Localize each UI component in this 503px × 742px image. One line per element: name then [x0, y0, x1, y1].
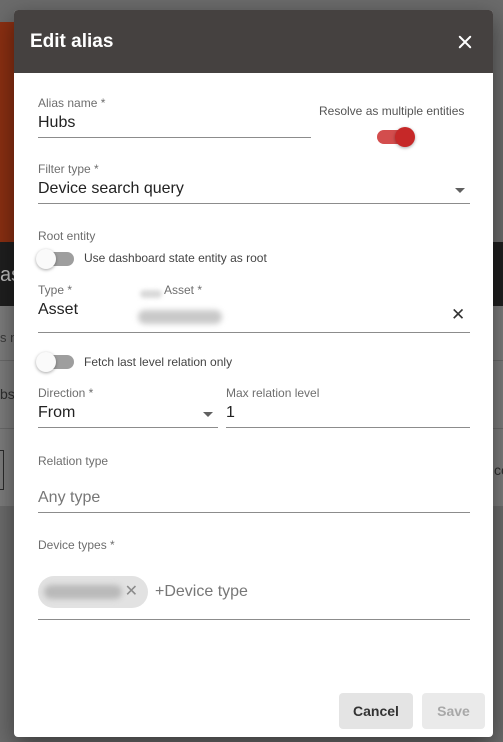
chevron-down-icon	[203, 412, 213, 417]
clear-icon[interactable]: ✕	[451, 305, 465, 325]
alias-name-field[interactable]: Alias name * Hubs	[38, 96, 311, 138]
filter-type-label: Filter type *	[38, 162, 99, 176]
relation-type-underline	[38, 512, 470, 513]
close-icon	[458, 35, 472, 49]
root-entity-toggle-label: Use dashboard state entity as root	[84, 251, 267, 265]
relation-type-input[interactable]: Any type	[38, 489, 470, 507]
relation-type-field[interactable]: Relation type Any type	[38, 454, 470, 513]
device-type-input[interactable]: +Device type	[155, 583, 248, 601]
device-types-section: Device types *	[38, 538, 115, 552]
toggle-thumb	[36, 352, 56, 372]
dialog-header: Edit alias	[14, 10, 493, 73]
max-relation-level-field[interactable]: Max relation level 1	[226, 386, 470, 428]
asset-obscured-value	[138, 310, 222, 324]
alias-name-label: Alias name *	[38, 96, 106, 110]
entity-type-value: Asset	[38, 301, 79, 318]
background-text-2: bs	[0, 386, 15, 402]
relation-type-label: Relation type	[38, 454, 109, 468]
close-button[interactable]	[451, 28, 479, 56]
chevron-down-icon	[455, 188, 465, 193]
filter-type-underline	[38, 203, 470, 204]
toggle-thumb	[36, 249, 56, 269]
direction-underline	[38, 427, 218, 428]
toggle-thumb	[395, 127, 415, 147]
resolve-multiple-label: Resolve as multiple entities	[319, 104, 465, 118]
entity-type-select[interactable]: Type * Asset	[38, 283, 138, 319]
device-type-chip[interactable]: ✕	[38, 576, 148, 608]
direction-value: From	[38, 404, 76, 421]
root-entity-toggle[interactable]	[36, 249, 76, 269]
resolve-multiple-toggle[interactable]	[377, 127, 415, 147]
asset-obscured-label	[140, 290, 162, 298]
chip-obscured-text	[44, 585, 122, 599]
edit-alias-dialog: Edit alias Alias name * Hubs Resolve as …	[14, 10, 493, 737]
background-text-3: ce	[494, 462, 503, 478]
resolve-multiple-field: Resolve as multiple entities	[319, 104, 479, 118]
device-types-underline	[38, 619, 470, 620]
alias-name-input[interactable]: Hubs	[38, 114, 311, 132]
device-type-placeholder: +Device type	[155, 583, 248, 600]
filter-type-value: Device search query	[38, 180, 184, 197]
asset-label: Asset *	[164, 283, 203, 297]
chip-remove-icon[interactable]: ✕	[125, 583, 138, 601]
max-relation-level-input[interactable]: 1	[226, 404, 470, 422]
entity-type-label: Type *	[38, 283, 73, 297]
cancel-button[interactable]: Cancel	[339, 693, 413, 729]
root-entity-section: Root entity	[38, 229, 95, 243]
max-relation-level-label: Max relation level	[226, 386, 320, 400]
background-banner	[0, 22, 14, 242]
direction-label: Direction *	[38, 386, 94, 400]
root-entity-label: Root entity	[38, 229, 96, 243]
background-box	[0, 450, 4, 490]
alias-name-underline	[38, 137, 311, 138]
fetch-last-level-toggle[interactable]	[36, 352, 76, 372]
device-types-label: Device types *	[38, 538, 115, 552]
direction-select[interactable]: Direction * From	[38, 386, 218, 428]
filter-type-select[interactable]: Filter type * Device search query	[38, 162, 470, 204]
dialog-title: Edit alias	[30, 30, 114, 52]
fetch-last-level-label: Fetch last level relation only	[84, 355, 233, 369]
asset-field[interactable]: Asset *	[164, 283, 202, 297]
type-asset-underline	[38, 332, 470, 333]
max-relation-level-underline	[226, 427, 470, 428]
save-button[interactable]: Save	[422, 693, 485, 729]
